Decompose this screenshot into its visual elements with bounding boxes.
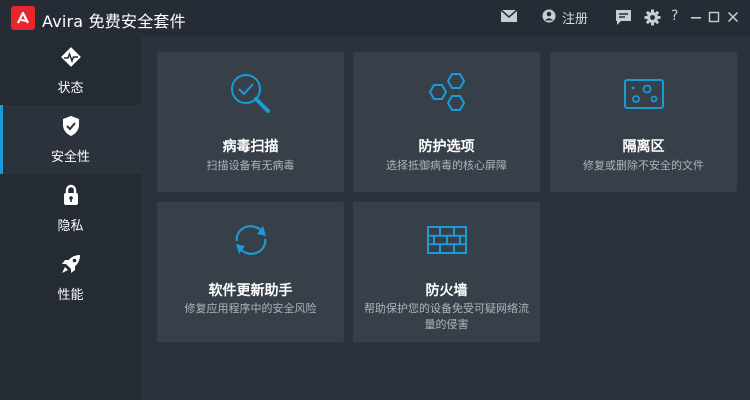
close-icon[interactable] [727,11,739,23]
card-virus-scan[interactable]: 病毒扫描 扫描设备有无病毒 [157,52,344,192]
card-title: 病毒扫描 [222,139,279,155]
sidebar-item-status[interactable]: 状态 [0,36,141,105]
firewall-icon [353,216,540,264]
card-description: 帮助保护您的设备免受可疑网络流量的侵害 [364,302,529,331]
gear-icon[interactable] [644,9,661,26]
sidebar-item-label: 隐私 [57,219,84,234]
title-bar: Avira 免费安全套件 注册 ? [0,0,750,36]
card-title: 防火墙 [425,283,468,299]
app-title: Avira 免费安全套件 [42,12,186,31]
hexagons-icon [353,70,540,118]
avira-logo [11,6,35,30]
minimize-icon[interactable] [690,11,702,23]
card-description: 修复应用程序中的安全风险 [184,302,317,315]
mail-icon[interactable] [500,9,518,23]
sidebar-item-label: 安全性 [50,150,90,165]
card-firewall[interactable]: 防火墙 帮助保护您的设备免受可疑网络流量的侵害 [353,202,540,342]
sidebar-item-privacy[interactable]: 隐私 [0,174,141,243]
refresh-icon [157,216,344,264]
feedback-icon[interactable] [615,9,632,26]
user-icon [542,9,556,27]
card-protection-options[interactable]: 防护选项 选择抵御病毒的核心屏障 [353,52,540,192]
lock-icon [59,183,83,207]
maximize-icon[interactable] [708,11,720,23]
card-software-updater[interactable]: 软件更新助手 修复应用程序中的安全风险 [157,202,344,342]
register-button[interactable]: 注册 [542,8,588,27]
magnifier-check-icon [157,70,344,118]
help-button[interactable]: ? [671,8,678,24]
pulse-icon [59,45,83,69]
card-title: 防护选项 [418,139,475,155]
sidebar-item-label: 性能 [57,288,84,303]
card-description: 选择抵御病毒的核心屏障 [386,159,507,172]
card-title: 软件更新助手 [208,283,293,299]
sidebar-item-performance[interactable]: 性能 [0,243,141,312]
shield-icon [59,114,83,138]
card-title: 隔离区 [622,139,665,155]
sidebar-item-label: 状态 [57,81,84,96]
rocket-icon [59,252,83,276]
card-description: 扫描设备有无病毒 [206,159,295,172]
sidebar-item-security[interactable]: 安全性 [0,105,141,174]
sidebar: 状态 安全性 隐私 性能 [0,36,141,400]
card-quarantine[interactable]: 隔离区 修复或删除不安全的文件 [550,52,737,192]
quarantine-icon [550,70,737,118]
register-label: 注册 [562,12,589,27]
card-description: 修复或删除不安全的文件 [583,159,704,172]
